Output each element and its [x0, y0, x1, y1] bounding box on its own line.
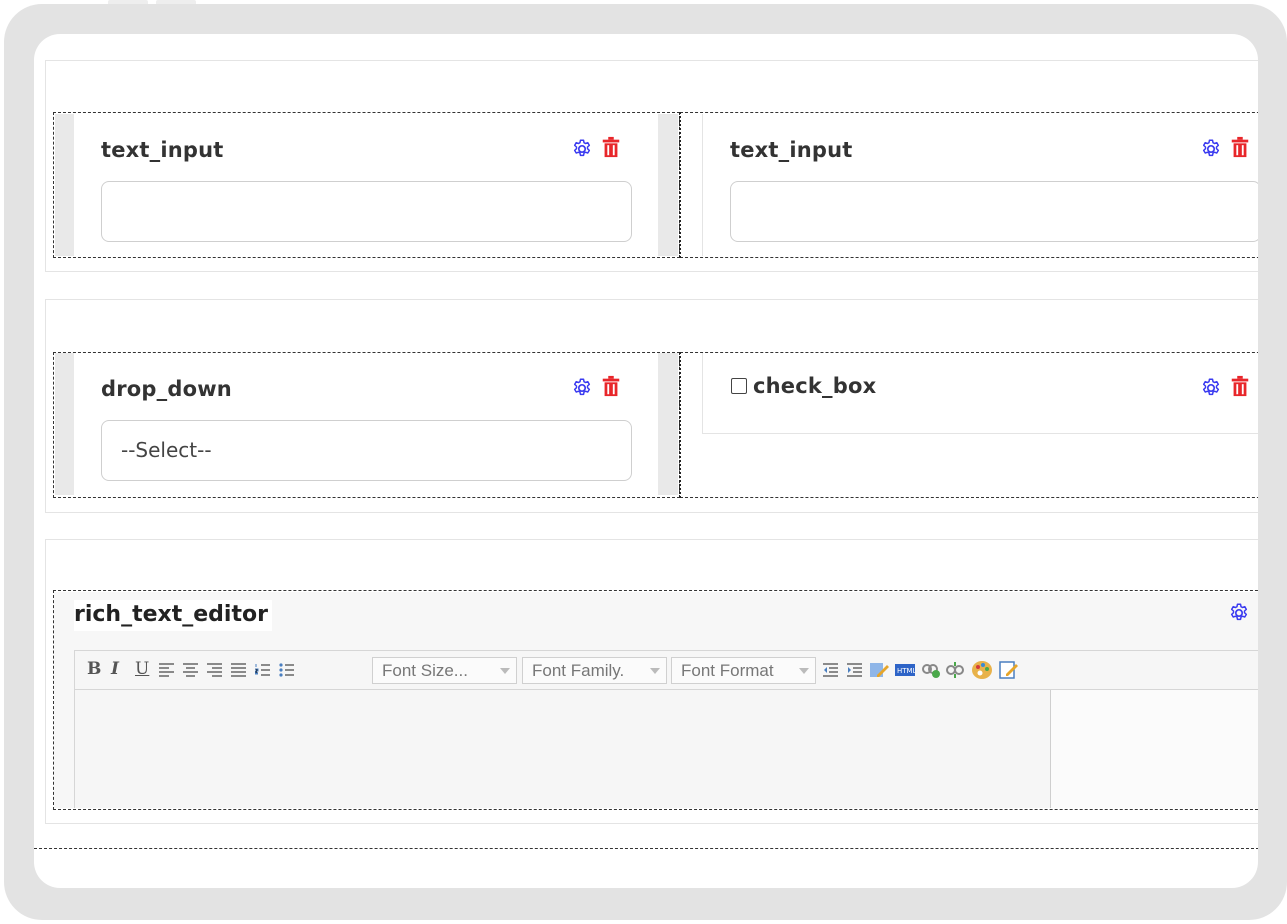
drop-zone-line	[34, 848, 1258, 849]
form-builder-canvas: text_input text_input drop_down --Select…	[34, 34, 1258, 888]
drop-zone-outline	[680, 352, 1258, 498]
device-frame: text_input text_input drop_down --Select…	[0, 0, 1287, 924]
drop-zone-outline	[53, 352, 680, 498]
drop-zone-outline	[53, 112, 680, 258]
drop-zone-outline	[680, 112, 1258, 258]
column-divider	[679, 352, 681, 498]
drop-zone-outline	[53, 590, 1258, 810]
column-divider	[679, 112, 681, 258]
